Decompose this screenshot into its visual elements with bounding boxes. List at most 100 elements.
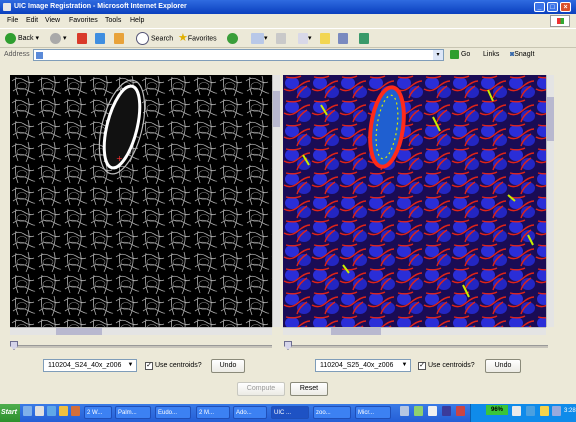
right-zoom-slider[interactable]: [286, 345, 548, 348]
quick-launch-ie-icon[interactable]: [23, 406, 32, 416]
star-icon: ★: [178, 32, 188, 44]
ie-icon: [3, 3, 11, 11]
discuss-icon: [320, 32, 330, 44]
minimize-button[interactable]: _: [534, 2, 545, 12]
go-arrow-icon: [450, 49, 459, 59]
back-button[interactable]: Back ▾: [5, 32, 39, 45]
tray-antivirus-icon[interactable]: [456, 406, 465, 416]
right-vertical-scroll-thumb[interactable]: [547, 97, 554, 141]
menu-favorites[interactable]: Favorites: [69, 17, 98, 24]
right-use-centroids-checkbox[interactable]: ✓: [418, 362, 426, 370]
address-label: Address: [4, 51, 30, 58]
address-dropdown[interactable]: ▾: [433, 50, 443, 60]
taskbar-item-mail[interactable]: 2 M...: [196, 406, 230, 419]
stop-icon: [77, 32, 87, 44]
menu-help[interactable]: Help: [130, 17, 144, 24]
menu-file[interactable]: File: [7, 17, 18, 24]
taskbar-item-word[interactable]: 2 W...: [84, 406, 112, 419]
chevron-down-icon: ▼: [401, 362, 408, 368]
left-zoom-slider-knob[interactable]: [10, 341, 18, 350]
messenger-icon: [359, 32, 369, 44]
right-vertical-scrollbar[interactable]: [546, 75, 554, 327]
chevron-down-icon: ▼: [127, 362, 134, 368]
left-use-centroids-label: Use centroids?: [155, 362, 202, 369]
right-microscopy-image: [283, 75, 546, 327]
mail-icon: [251, 32, 264, 44]
left-image-select[interactable]: 110204_S24_40x_z006 ▼: [43, 359, 137, 372]
go-button[interactable]: Go: [450, 48, 470, 61]
quick-launch-desktop-icon[interactable]: [35, 406, 44, 416]
stop-button[interactable]: [77, 32, 87, 45]
tray-alert-icon[interactable]: [540, 406, 549, 416]
taskbar-item-adobe[interactable]: Ado...: [233, 406, 267, 419]
print-icon: [276, 32, 286, 44]
quick-launch-folder-icon[interactable]: [59, 406, 68, 416]
title-bar: UIC Image Registration - Microsoft Inter…: [0, 0, 576, 14]
right-image-view[interactable]: [283, 75, 546, 327]
research-icon: [338, 32, 348, 44]
page-content: + 110204_S24_40x_z006 ▼ ✓ Use centroids?…: [0, 62, 576, 398]
left-horizontal-scrollbar[interactable]: [10, 327, 272, 335]
start-button[interactable]: Start: [0, 404, 20, 422]
menu-view[interactable]: View: [45, 17, 60, 24]
left-image-view[interactable]: +: [10, 75, 272, 327]
tray-wireless-icon[interactable]: [526, 406, 535, 416]
tray-update-icon[interactable]: [414, 406, 423, 416]
page-icon: [36, 52, 43, 59]
search-button[interactable]: Search: [136, 32, 173, 45]
forward-button[interactable]: ▾: [50, 32, 67, 45]
home-button[interactable]: [114, 32, 124, 45]
right-horizontal-scrollbar[interactable]: [283, 327, 546, 335]
left-use-centroids-checkbox[interactable]: ✓: [145, 362, 153, 370]
left-undo-button[interactable]: Undo: [211, 359, 245, 373]
quick-launch-media-icon[interactable]: [71, 406, 80, 416]
reset-button[interactable]: Reset: [290, 382, 328, 396]
close-button[interactable]: ×: [560, 2, 571, 12]
maximize-button[interactable]: □: [547, 2, 558, 12]
left-vertical-scrollbar[interactable]: [272, 75, 280, 327]
tray-display-icon[interactable]: [552, 406, 561, 416]
window-title: UIC Image Registration - Microsoft Inter…: [14, 3, 187, 10]
tray-volume-icon[interactable]: [428, 406, 437, 416]
snagit-button[interactable]: ◙SnagIt: [510, 51, 534, 58]
taskbar-item-uic[interactable]: UIC ...: [271, 406, 309, 419]
left-horizontal-scroll-thumb[interactable]: [56, 328, 102, 335]
edit-button[interactable]: ▾: [298, 32, 312, 45]
messenger-button[interactable]: [359, 32, 369, 45]
taskbar-item-zoom[interactable]: zoo...: [313, 406, 351, 419]
favorites-button[interactable]: ★Favorites: [178, 32, 217, 45]
left-zoom-slider[interactable]: [12, 345, 272, 348]
refresh-button[interactable]: [95, 32, 105, 45]
search-icon: [136, 32, 149, 45]
print-button[interactable]: [276, 32, 286, 45]
taskbar-item-microsoft[interactable]: Micr...: [355, 406, 391, 419]
research-button[interactable]: [338, 32, 348, 45]
menu-tools[interactable]: Tools: [105, 17, 121, 24]
left-vertical-scroll-thumb[interactable]: [273, 91, 280, 127]
forward-arrow-icon: [50, 32, 61, 44]
history-icon: [227, 32, 238, 44]
mail-button[interactable]: ▾: [251, 32, 268, 45]
tray-security-icon[interactable]: [442, 406, 451, 416]
home-icon: [114, 32, 124, 44]
menu-bar: File Edit View Favorites Tools Help: [0, 14, 576, 28]
battery-indicator[interactable]: 96%: [486, 405, 508, 415]
compute-button[interactable]: Compute: [237, 382, 285, 396]
right-image-select[interactable]: 110204_S25_40x_z006 ▼: [315, 359, 411, 372]
tray-power-icon[interactable]: [512, 406, 521, 416]
links-label[interactable]: Links: [483, 51, 499, 58]
address-input[interactable]: ▾: [33, 49, 444, 61]
clock: 3:28: [564, 408, 576, 414]
right-horizontal-scroll-thumb[interactable]: [331, 328, 381, 335]
discuss-button[interactable]: [320, 32, 330, 45]
windows-logo-icon: [550, 15, 570, 27]
right-undo-button[interactable]: Undo: [485, 359, 521, 373]
history-button[interactable]: [227, 32, 240, 45]
menu-edit[interactable]: Edit: [26, 17, 38, 24]
tray-network-icon[interactable]: [400, 406, 409, 416]
right-zoom-slider-knob[interactable]: [284, 341, 292, 350]
quick-launch-mail-icon[interactable]: [47, 406, 56, 416]
taskbar-item-eudora[interactable]: Eudo...: [155, 406, 191, 419]
taskbar-item-palm[interactable]: Palm...: [115, 406, 151, 419]
toolbar: Back ▾ ▾ Search ★Favorites ▾ ▾: [0, 28, 576, 48]
